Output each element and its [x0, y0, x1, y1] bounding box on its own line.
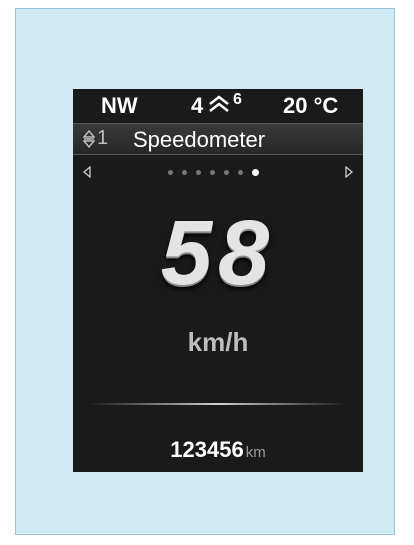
- odometer-value: 123456: [170, 437, 244, 462]
- page-dot: [210, 170, 215, 175]
- page-dot: [252, 169, 259, 176]
- screen-header: 1 Speedometer: [73, 123, 363, 155]
- page-dot: [168, 170, 173, 175]
- temperature: 20 °C: [283, 93, 339, 118]
- page-dot: [238, 170, 243, 175]
- divider: [89, 403, 347, 405]
- speed-value: 58: [160, 202, 276, 304]
- page-navigation: [73, 164, 363, 180]
- screen-title: Speedometer: [133, 127, 266, 152]
- odometer: 123456 km: [73, 437, 363, 463]
- right-triangle-icon[interactable]: [345, 166, 353, 178]
- gear-number: 6: [233, 91, 242, 108]
- speed-unit: km/h: [187, 327, 249, 357]
- wind-direction: NW: [101, 93, 138, 118]
- left-triangle-icon[interactable]: [83, 166, 91, 178]
- page-dot: [182, 170, 187, 175]
- assist-level: 4: [191, 93, 204, 118]
- page-dot: [196, 170, 201, 175]
- page-dot: [224, 170, 229, 175]
- mountain-peaks-icon: [209, 95, 229, 112]
- up-down-arrows-icon[interactable]: [83, 130, 95, 148]
- odometer-unit: km: [245, 444, 266, 461]
- bike-display-screen: NW 4 6 20 °C 1 Speedometer 58 km/h 12345…: [73, 89, 363, 472]
- status-bar: NW 4 6 20 °C: [73, 89, 363, 121]
- screen-number: 1: [97, 127, 109, 149]
